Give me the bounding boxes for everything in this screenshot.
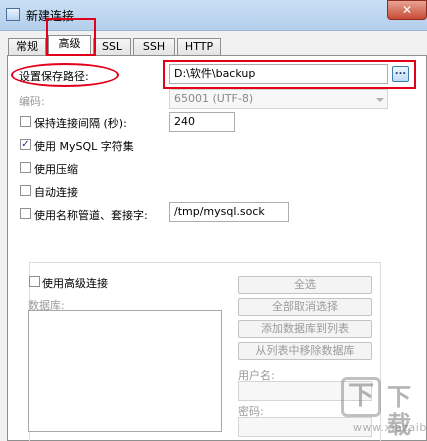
tab-ssl[interactable]: SSL [93,38,131,55]
tab-http[interactable]: HTTP [177,38,221,55]
select-all-button[interactable]: 全选 [238,276,372,294]
deselect-all-button[interactable]: 全部取消选择 [238,298,372,316]
check-icon: ✓ [21,139,30,150]
watermark-url: www.xiazaiba.com [353,421,427,434]
compression-checkbox[interactable] [20,162,31,173]
auto-connect-label: 自动连接 [34,186,78,199]
compression-label: 使用压缩 [34,163,78,176]
encoding-value: 65001 (UTF-8) [174,92,254,105]
encoding-label: 编码: [19,95,45,108]
tab-general[interactable]: 常规 [8,38,46,55]
tab-label: SSL [101,40,123,53]
database-list[interactable] [28,310,222,432]
auto-connect-checkbox[interactable] [20,185,31,196]
dialog-window: 新建连接 ✕ 常规 高级 SSL SSH HTTP 设置保存路径: D:\软件\… [0,0,427,441]
socket-path-input[interactable]: /tmp/mysql.sock [169,202,289,222]
encoding-select[interactable]: 65001 (UTF-8) [169,89,388,109]
watermark: 下 下载 www.xiazaiba.com [337,377,427,439]
mysql-charset-label: 使用 MySQL 字符集 [34,140,134,153]
chevron-down-icon [376,98,384,102]
tab-ssh[interactable]: SSH [133,38,175,55]
tab-label: SSH [142,40,166,53]
use-advanced-label: 使用高级连接 [42,277,108,290]
tab-label: 常规 [16,40,38,53]
keepalive-checkbox[interactable] [20,116,31,127]
watermark-logo: 下 [341,377,381,417]
use-advanced-checkbox[interactable] [29,276,40,287]
tab-label: HTTP [184,40,214,53]
keepalive-input[interactable]: 240 [169,112,235,132]
add-database-button[interactable]: 添加数据库到列表 [238,320,372,338]
tab-highlight-annotation [46,18,96,56]
remove-database-button[interactable]: 从列表中移除数据库 [238,342,372,360]
mysql-charset-checkbox[interactable]: ✓ [20,139,31,150]
keepalive-label: 保持连接间隔 (秒): [34,117,127,130]
close-icon: ✕ [401,3,413,17]
connection-icon [6,8,20,21]
named-pipe-label: 使用名称管道、套接字: [34,209,148,222]
close-button[interactable]: ✕ [387,0,427,20]
named-pipe-checkbox[interactable] [20,208,31,219]
save-path-label-highlight [11,63,119,87]
save-path-input-highlight [163,60,416,89]
